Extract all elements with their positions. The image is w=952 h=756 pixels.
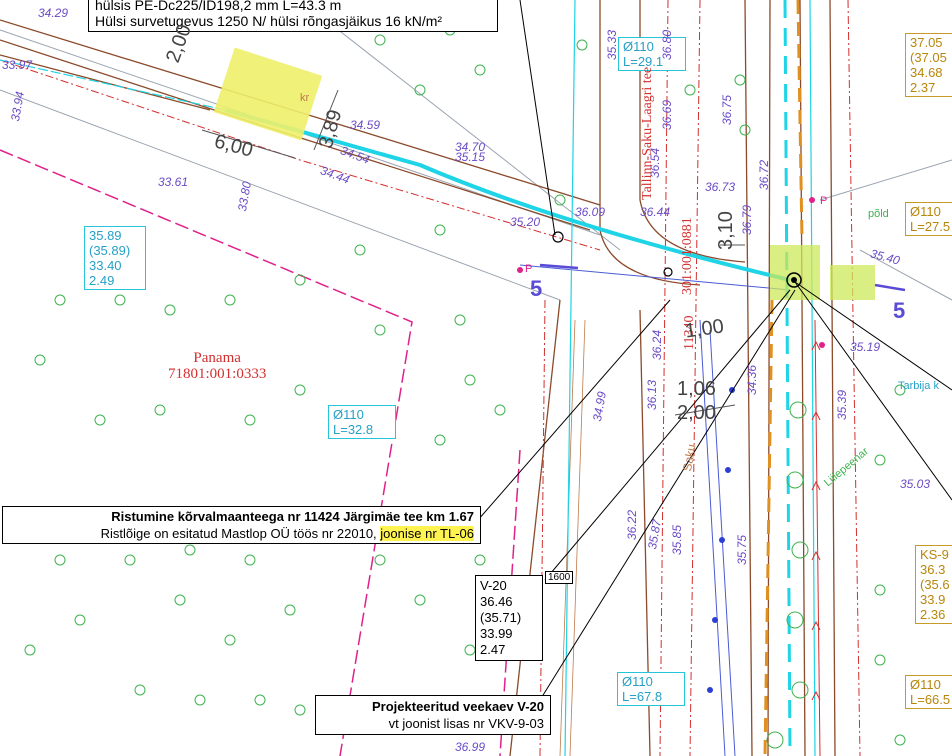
elevation: 36.22 [625,509,639,540]
elevation: 36.80 [660,29,674,60]
survey-points [707,387,735,693]
well-note-text: vt joonist lisas nr VKV-9-03 [388,716,544,731]
elevation: 36.72 [757,159,771,190]
left-well-depth: 2.49 [89,273,115,288]
left-well-top: 35.89 [89,228,122,243]
well-v20-bottom: 33.99 [480,626,513,641]
well-note: Projekteeritud veekaev V-20 vt joonist l… [315,695,551,735]
well-v20-tag: 1600 [545,571,574,584]
orange-line [763,0,804,756]
pipe-3-length: L=67.8 [622,689,663,704]
elevation: 36.69 [660,99,674,130]
slope-hatch [559,319,586,756]
label-tarbija: Tarbija k [898,380,939,392]
flow-number-left: 5 [530,276,543,301]
road-parcel: 301:001:0881 [680,217,695,295]
right-well-box: 37.05 (37.05 34.68 2.37 [905,33,952,97]
crossing-highlight: joonise nr TL-06 [380,526,474,541]
ks-well-box: KS-9 36.3 (35.6 33.9 2.36 [915,545,952,624]
elevation: 35.19 [850,340,881,354]
elevation: 34.70 [455,140,486,154]
trees [24,24,906,749]
well-v20-depth: 2.47 [480,642,506,657]
pipe-1-length: L=32.8 [333,422,374,437]
pipe-sleeve-note: hülsis PE-Dc225/ID198,2 mm L=43.3 m Hüls… [88,0,498,32]
sleeve-line-2: Hülsi survetugevus 1250 N/ hülsi rõngasj… [95,13,443,29]
elevation: 36.75 [720,94,734,125]
right-well-bottom: 34.68 [910,65,943,80]
dim-4: 3,10 [715,211,737,250]
crossing-note: Ristumine kõrvalmaanteega nr 11424 Järgi… [2,506,481,544]
right-well-top: 37.05 [910,35,943,50]
right-pipe-2-length: L=66.5 [910,692,951,707]
elevation: 36.13 [645,379,659,410]
left-well-bottom: 33.40 [89,258,122,273]
label-p-left: P [525,263,533,275]
elevation: 36.24 [650,329,664,360]
parcel-label: Panama 71801:001:0333 [168,350,266,382]
crossing-text: Ristlõige on esitatud Mastlop OÜ töös nr… [100,526,381,541]
right-pipe-2-diameter: Ø110 [910,677,941,692]
left-well-box: 35.89 (35.89) 33.40 2.49 [84,226,146,290]
sleeve-line-1: hülsis PE-Dc225/ID198,2 mm L=43.3 m [95,0,342,13]
elevation: 35.03 [900,477,931,491]
elevation: 36.99 [455,740,486,754]
crossing-title: Ristumine kõrvalmaanteega nr 11424 Järgi… [111,509,474,524]
elevation: 35.39 [835,389,849,420]
right-pipe-label-2: Ø110 L=66.5 [905,675,952,709]
ks-top: 36.3 [920,562,946,577]
well-v20-box: V-20 36.46 (35.71) 33.99 2.47 [475,575,543,661]
right-well-depth: 2.37 [910,80,936,95]
pipe-3-diameter: Ø110 [622,674,653,689]
elevation: 34.59 [350,118,381,132]
road-name: Tallinn-Saku-Laagri tee [640,66,655,200]
elevation: 36.73 [705,180,736,194]
parcel-id: 71801:001:0333 [168,366,267,382]
dim-6: 1,06 [677,378,716,400]
elevation: 33.97 [2,58,33,72]
elevation: 35.33 [605,29,619,60]
parcel-name: Panama [193,350,241,366]
right-pipe-1-length: L=27.5 [910,219,951,234]
elevation: 35.20 [510,215,541,229]
parcel-border [0,149,521,756]
left-well-design: (35.89) [89,243,131,258]
ks-design: (35.6 [920,577,950,592]
label-kr: kr [300,92,310,104]
water-pipe-vertical [783,0,792,756]
pipe-label-3: Ø110 L=67.8 [617,672,685,706]
elevation: 36.09 [575,205,606,219]
well-note-title: Projekteeritud veekaev V-20 [372,699,544,714]
ks-name: KS-9 [920,547,949,562]
dimension-lines [201,89,745,416]
elevation: 36.44 [640,205,671,219]
label-p-right: P [820,195,828,207]
elevation: 34.29 [38,6,69,20]
elevation: 36.79 [740,204,754,235]
well-v20-design: (35.71) [480,610,522,625]
green-area-2 [830,265,875,300]
elevation: 33.61 [158,175,189,189]
elevation: 34.36 [745,364,759,395]
elevation: 35.75 [735,534,749,565]
well-v20-top: 36.46 [480,594,513,609]
pipe-1-diameter: Ø110 [333,407,364,422]
dim-7: 2,00 [677,402,716,424]
elevation: 36.54 [648,147,662,178]
pipe-label-1: Ø110 L=32.8 [328,405,396,439]
ks-depth: 2.36 [920,607,946,622]
right-pipe-label-1: Ø110 L=27.5 [905,202,952,236]
label-pold: põld [868,208,889,220]
right-well-design: (37.05 [910,50,947,65]
ks-bottom: 33.9 [920,592,946,607]
elevation: 35.85 [670,524,684,555]
right-pipe-1-diameter: Ø110 [910,204,941,219]
flow-number-right: 5 [893,298,906,323]
well-v20-name: V-20 [480,578,507,593]
